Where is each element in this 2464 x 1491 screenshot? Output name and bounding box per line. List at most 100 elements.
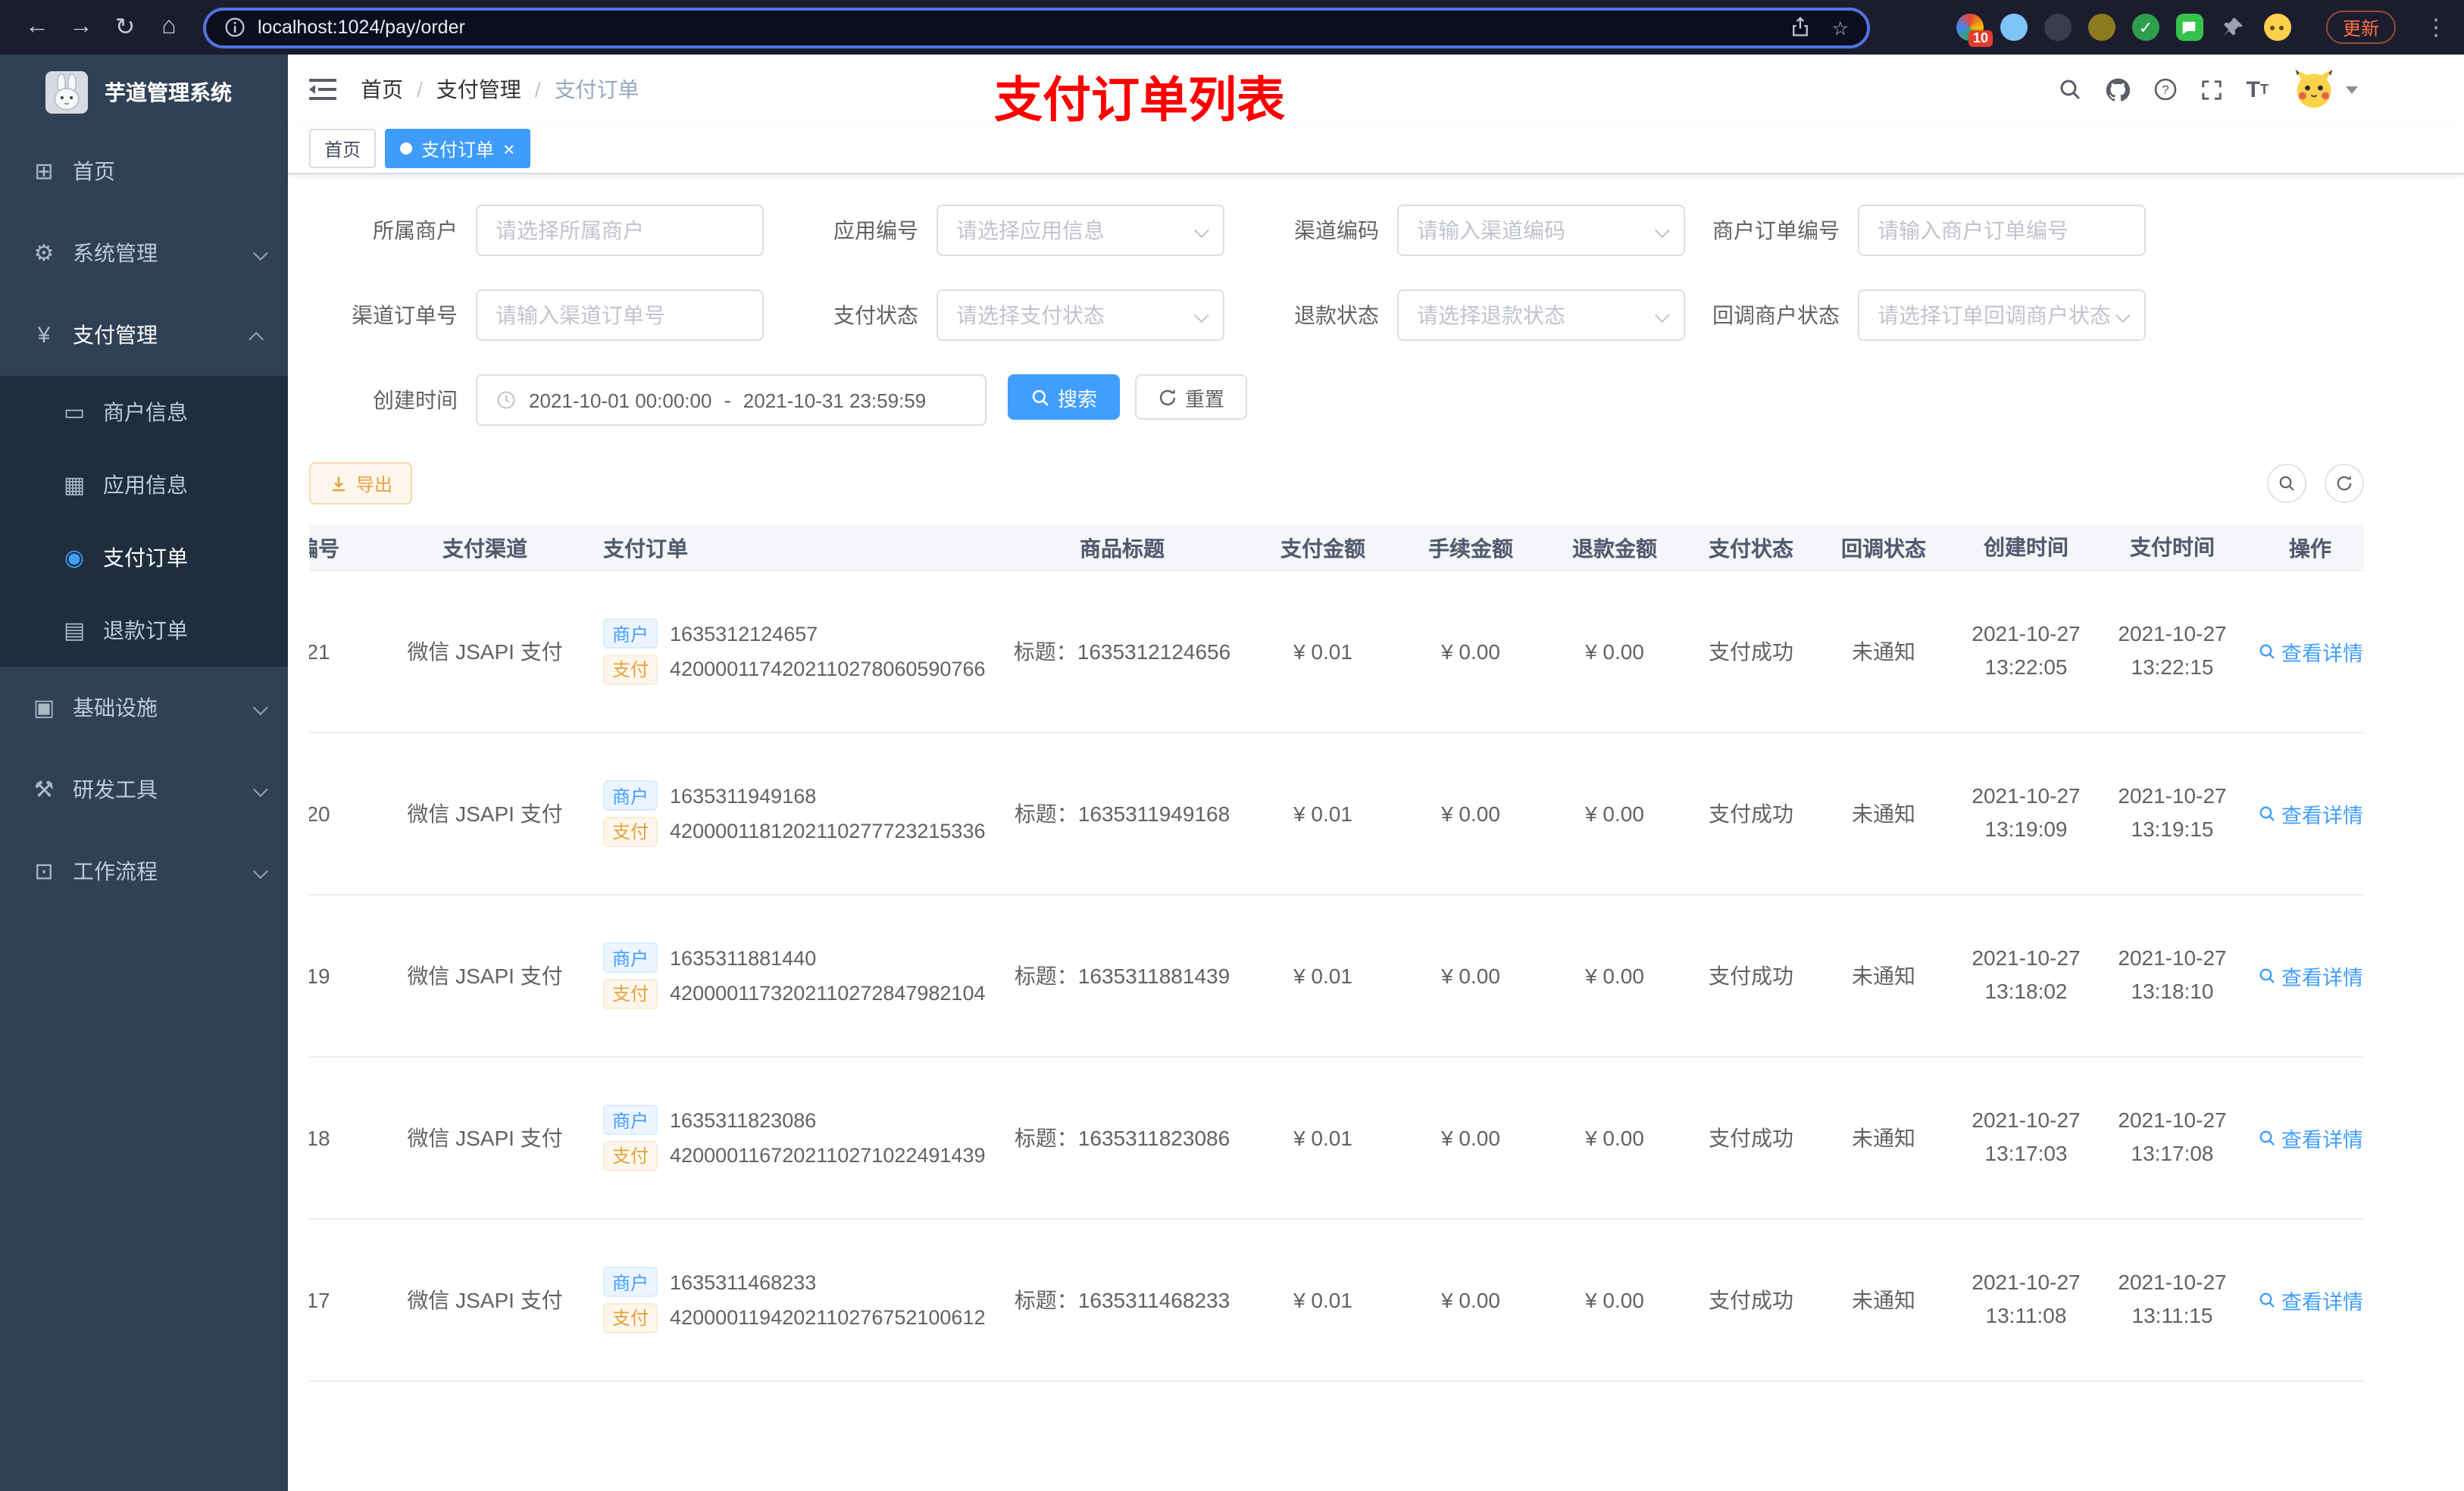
back-icon[interactable]: ←: [15, 5, 59, 49]
ext-chat-icon[interactable]: [2175, 14, 2203, 41]
pay-order-no: 4200001167202110271022491439: [670, 1144, 986, 1167]
table-row: 19 微信 JSAPI 支付 商户 1635311881440 支付 4200001…: [309, 896, 2364, 1058]
product-title: 标题：1635312124656: [1013, 639, 1231, 664]
refresh-table-button[interactable]: [2325, 464, 2364, 503]
merchant-order-no: 1635312124657: [670, 622, 818, 645]
tools-icon: ⚒: [33, 777, 55, 803]
app-no-label: 应用编号: [833, 218, 918, 242]
sidebar-item-infrastructure[interactable]: ▣ 基础设施: [0, 667, 288, 749]
table-row: 18 微信 JSAPI 支付 商户 1635311823086 支付 4200001…: [309, 1058, 2364, 1220]
sidebar-item-merchant-info[interactable]: ▭ 商户信息: [0, 376, 288, 449]
sidebar-item-refund-order[interactable]: ▤ 退款订单: [0, 594, 288, 667]
pay-channel: 微信 JSAPI 支付: [407, 639, 563, 664]
breadcrumb-payment[interactable]: 支付管理: [436, 74, 521, 105]
sidebar-item-app-info[interactable]: ▦ 应用信息: [0, 449, 288, 521]
placeholder-text: 请选择支付状态: [956, 303, 1105, 327]
channel-code-label: 渠道编码: [1294, 218, 1379, 242]
ext-drop-icon[interactable]: [2000, 14, 2028, 41]
create-time-range-input[interactable]: 2021-10-01 00:00:00 - 2021-10-31 23:59:5…: [476, 374, 987, 426]
pay-order-cell: 商户 1635311949168 支付 4200001181202110277723…: [591, 776, 997, 852]
ext-emoji-icon[interactable]: [2263, 14, 2291, 41]
help-icon[interactable]: ?: [2154, 77, 2178, 102]
chevron-down-icon: [1193, 218, 1209, 242]
refund-amount: ¥ 0.00: [1585, 1126, 1644, 1150]
refund-status-label: 退款状态: [1294, 303, 1379, 327]
extensions-area: 10 ✓ 更新 ⋮: [1956, 11, 2449, 47]
view-detail-link[interactable]: 查看详情: [2257, 1123, 2363, 1153]
breadcrumb-home[interactable]: 首页: [361, 74, 403, 105]
pay-amount: ¥ 0.01: [1293, 802, 1352, 826]
chevron-down-icon: [1654, 303, 1670, 327]
ext-dark-icon[interactable]: [2043, 14, 2072, 41]
app-no-select[interactable]: 请选择应用信息: [937, 205, 1224, 256]
share-icon[interactable]: [1790, 17, 1811, 38]
logo: 芋道管理系统: [0, 55, 288, 130]
merchant-select[interactable]: 请选择所属商户: [476, 205, 764, 256]
sidebar-item-label: 支付管理: [73, 323, 158, 347]
browser-menu-icon[interactable]: ⋮: [2425, 14, 2449, 41]
channel-order-no-input[interactable]: 请输入渠道订单号: [476, 289, 764, 341]
notify-status: 未通知: [1852, 639, 1915, 664]
merchant-badge: 商户: [603, 618, 658, 649]
tab-home[interactable]: 首页: [309, 129, 377, 168]
user-menu[interactable]: [2291, 67, 2358, 112]
header-title: 商品标题: [1080, 536, 1165, 560]
tab-pay-order[interactable]: 支付订单 ×: [385, 129, 530, 168]
ext-pin-icon[interactable]: [2220, 14, 2247, 41]
sidebar-item-home[interactable]: ⊞ 首页: [0, 130, 288, 212]
pay-status-select[interactable]: 请选择支付状态: [937, 289, 1224, 341]
product-title: 标题：1635311468233: [1014, 1288, 1230, 1312]
refund-amount: ¥ 0.00: [1585, 639, 1644, 664]
sidebar-item-dev-tools[interactable]: ⚒ 研发工具: [0, 749, 288, 830]
sidebar-item-workflow[interactable]: ⊡ 工作流程: [0, 830, 288, 912]
ext-olive-icon[interactable]: [2087, 14, 2115, 41]
url-bar[interactable]: localhost:1024/pay/order ☆: [203, 7, 1870, 48]
merchant-order-no-input[interactable]: 请输入商户订单编号: [1858, 205, 2146, 256]
notify-status-select[interactable]: 请选择订单回调商户状态: [1858, 289, 2146, 341]
pay-time: 13:18:10: [2131, 979, 2214, 1003]
ext-badge: 10: [1968, 30, 1993, 47]
search-icon[interactable]: [2059, 77, 2083, 102]
view-detail-link[interactable]: 查看详情: [2257, 1285, 2363, 1315]
close-icon[interactable]: ×: [503, 139, 514, 158]
refund-status-select[interactable]: 请选择退款状态: [1397, 289, 1685, 341]
order-id: 19: [309, 964, 330, 988]
view-detail-link[interactable]: 查看详情: [2257, 636, 2363, 667]
pay-status: 支付成功: [1709, 1126, 1793, 1150]
font-size-icon[interactable]: TT: [2247, 77, 2269, 102]
page-title-annotation: 支付订单列表: [994, 73, 1286, 127]
bookmark-star-icon[interactable]: ☆: [1832, 16, 1849, 39]
header-channel: 支付渠道: [442, 536, 527, 560]
home-icon[interactable]: ⌂: [147, 5, 191, 49]
table-header-row: 编号 支付渠道 支付订单 商品标题 支付金额 手续金额 退款金额 支付状态 回调…: [309, 526, 2364, 571]
reload-icon[interactable]: ↻: [103, 5, 147, 49]
export-button[interactable]: 导出: [309, 462, 413, 505]
order-id: 18: [309, 1126, 330, 1150]
notify-status: 未通知: [1852, 1126, 1915, 1150]
pay-amount: ¥ 0.01: [1293, 639, 1352, 664]
forward-icon[interactable]: →: [59, 5, 103, 49]
sidebar-item-system[interactable]: ⚙ 系统管理: [0, 212, 288, 294]
search-button[interactable]: 搜索: [1008, 374, 1121, 420]
view-detail-link[interactable]: 查看详情: [2257, 961, 2363, 991]
pay-badge: 支付: [603, 654, 658, 685]
create-time: 13:11:08: [1985, 1303, 2067, 1327]
show-search-toggle-button[interactable]: [2267, 464, 2306, 503]
reset-button[interactable]: 重置: [1135, 374, 1248, 420]
channel-code-select[interactable]: 请输入渠道编码: [1397, 205, 1685, 256]
site-info-icon[interactable]: [224, 17, 245, 38]
placeholder-text: 请选择应用信息: [956, 218, 1105, 242]
browser-update-button[interactable]: 更新: [2325, 11, 2396, 44]
chevron-down-icon: [2346, 86, 2358, 93]
ext-color-wheel-icon[interactable]: 10: [1956, 14, 1993, 47]
ext-green-check-icon[interactable]: ✓: [2131, 14, 2159, 41]
collapse-sidebar-icon[interactable]: [309, 77, 336, 102]
date-separator: -: [724, 388, 731, 412]
view-detail-link[interactable]: 查看详情: [2257, 799, 2363, 829]
github-icon[interactable]: [2106, 77, 2131, 102]
sidebar-item-pay-order[interactable]: ◉ 支付订单: [0, 521, 288, 594]
placeholder-text: 请输入渠道编码: [1417, 218, 1565, 242]
sidebar-item-payment[interactable]: ¥ 支付管理: [0, 294, 288, 376]
fullscreen-icon[interactable]: [2201, 78, 2224, 101]
box-icon: ⊡: [34, 859, 54, 885]
